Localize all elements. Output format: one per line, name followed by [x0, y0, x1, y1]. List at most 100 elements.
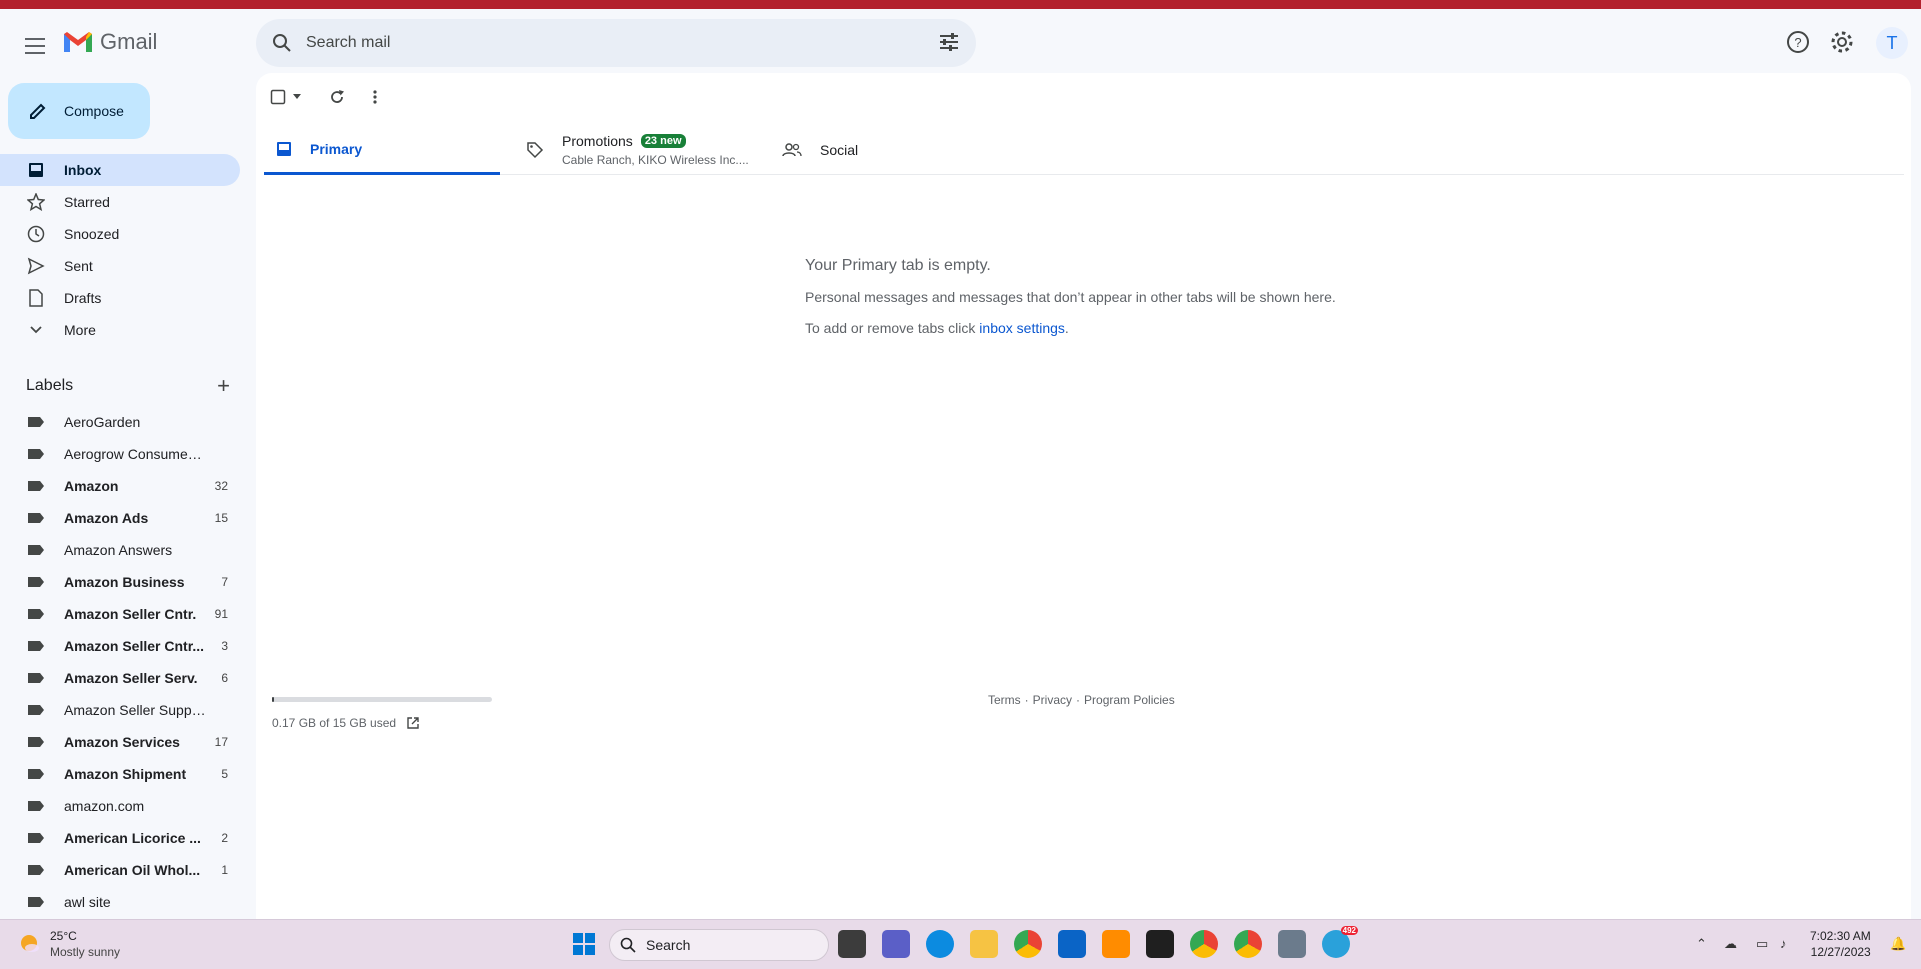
label-name: Amazon Services	[64, 734, 180, 750]
label-name: Amazon Ads	[64, 510, 149, 526]
hint-suffix: .	[1064, 320, 1069, 336]
show-hidden-icons-icon[interactable]: ⌃	[1696, 936, 1707, 952]
label-item[interactable]: awl site	[0, 886, 240, 918]
select-all-checkbox[interactable]	[270, 89, 302, 105]
chevron-down-icon	[26, 320, 46, 340]
caret-down-icon[interactable]	[292, 94, 302, 100]
label-tag-icon	[28, 865, 44, 875]
label-tag-icon	[28, 641, 44, 651]
label-count: 7	[221, 575, 228, 589]
tag-icon	[526, 141, 544, 159]
draft-icon	[26, 288, 46, 308]
label-item[interactable]: Amazon Seller Cntr... 3	[0, 630, 240, 662]
clock-date: 12/27/2023	[1810, 945, 1871, 959]
system-clock[interactable]: 7:02:30 AM 12/27/2023	[1810, 928, 1871, 960]
label-item[interactable]: Amazon Ads 15	[0, 502, 240, 534]
chrome-active-icon[interactable]	[1234, 930, 1262, 958]
label-tag-icon	[28, 417, 44, 427]
sidebar-item-more[interactable]: More	[0, 314, 240, 346]
terms-link[interactable]: Terms	[988, 693, 1021, 707]
inbox-settings-link[interactable]: inbox settings	[979, 320, 1065, 336]
people-icon	[782, 142, 802, 158]
label-item[interactable]: Amazon Answers	[0, 534, 240, 566]
label-item[interactable]: American Oil Whol... 1	[0, 854, 240, 886]
tab-social[interactable]: Social	[782, 125, 962, 175]
label-name: American Licorice ...	[64, 830, 201, 846]
tab-label: Social	[820, 142, 859, 158]
chrome-profile-icon[interactable]	[1190, 930, 1218, 958]
app-r-icon[interactable]	[1102, 930, 1130, 958]
label-item[interactable]: Amazon Shipment 5	[0, 758, 240, 790]
empty-hint: To add or remove tabs click inbox settin…	[805, 320, 1336, 336]
storage-usage: 0.17 GB of 15 GB used	[272, 697, 492, 730]
onedrive-error-icon[interactable]: ☁	[1724, 936, 1737, 952]
compose-label: Compose	[64, 103, 124, 119]
sidebar-item-snoozed[interactable]: Snoozed	[0, 218, 240, 250]
sidebar-item-sent[interactable]: Sent	[0, 250, 240, 282]
sidebar-item-drafts[interactable]: Drafts	[0, 282, 240, 314]
help-icon[interactable]: ?	[1785, 29, 1811, 55]
sidebar-item-label: More	[64, 322, 96, 338]
sidebar-item-inbox[interactable]: Inbox	[0, 154, 240, 186]
label-item[interactable]: amazon.com	[0, 790, 240, 822]
label-item[interactable]: Amazon Seller Cntr. 91	[0, 598, 240, 630]
label-name: Amazon	[64, 478, 119, 494]
edge-browser-icon[interactable]	[926, 930, 954, 958]
label-item[interactable]: Amazon Seller Support	[0, 694, 240, 726]
sidebar: Compose Inbox Starred Snoozed Sent Draft…	[0, 73, 256, 919]
notification-bell-icon[interactable]: 🔔	[1890, 936, 1906, 952]
weather-widget[interactable]: 25°C Mostly sunny	[18, 928, 120, 960]
taskbar-search[interactable]: Search	[609, 929, 829, 961]
star-icon	[26, 192, 46, 212]
label-item[interactable]: American Licorice ... 2	[0, 822, 240, 854]
add-label-icon[interactable]: +	[217, 373, 230, 399]
compose-button[interactable]: Compose	[8, 83, 150, 139]
sidebar-item-starred[interactable]: Starred	[0, 186, 240, 218]
tab-label: Promotions	[562, 133, 633, 149]
tab-promotions[interactable]: Promotions 23 new Cable Ranch, KIKO Wire…	[526, 125, 764, 175]
volume-icon[interactable]: ♪	[1780, 936, 1787, 951]
sticky-notes-icon[interactable]	[1146, 930, 1174, 958]
calculator-icon[interactable]	[1278, 930, 1306, 958]
separator: ·	[1076, 693, 1081, 707]
more-vertical-icon[interactable]	[372, 89, 378, 105]
tab-primary[interactable]: Primary	[264, 125, 500, 175]
sidebar-item-label: Drafts	[64, 290, 102, 306]
weather-temp: 25°C	[50, 929, 77, 943]
label-count: 6	[221, 671, 228, 685]
task-view-icon[interactable]	[838, 930, 866, 958]
telegram-icon[interactable]: 492	[1322, 926, 1358, 958]
checkbox-icon	[270, 89, 286, 105]
label-count: 91	[214, 607, 228, 621]
label-count: 5	[221, 767, 228, 781]
search-bar[interactable]	[256, 19, 976, 67]
network-icon[interactable]: ▭	[1756, 936, 1768, 952]
label-tag-icon	[28, 737, 44, 747]
windows-start-icon[interactable]	[572, 932, 596, 956]
label-item[interactable]: Amazon 32	[0, 470, 240, 502]
label-item[interactable]: Aerogrow Consumer Se...	[0, 438, 240, 470]
main-menu-button[interactable]	[20, 31, 50, 61]
refresh-icon[interactable]	[328, 88, 346, 106]
chrome-icon[interactable]	[1014, 930, 1042, 958]
program-policies-link[interactable]: Program Policies	[1084, 693, 1175, 707]
search-input[interactable]	[306, 34, 906, 52]
teams-chat-icon[interactable]	[882, 930, 910, 958]
label-item[interactable]: Amazon Services 17	[0, 726, 240, 758]
label-count: 1	[221, 863, 228, 877]
label-item[interactable]: AeroGarden	[0, 406, 240, 438]
label-item[interactable]: Amazon Business 7	[0, 566, 240, 598]
outlook-icon[interactable]	[1058, 930, 1086, 958]
account-avatar[interactable]: T	[1876, 27, 1908, 59]
storage-bar	[272, 697, 492, 702]
open-external-icon[interactable]	[406, 716, 420, 730]
label-item[interactable]: Amazon Seller Serv. 6	[0, 662, 240, 694]
search-icon	[620, 937, 636, 953]
search-options-icon[interactable]	[938, 31, 960, 53]
browser-top-strip	[0, 0, 1921, 9]
file-explorer-icon[interactable]	[970, 930, 998, 958]
privacy-link[interactable]: Privacy	[1033, 693, 1072, 707]
settings-gear-icon[interactable]	[1829, 29, 1855, 55]
search-icon[interactable]	[270, 31, 294, 55]
gmail-logo[interactable]: Gmail	[62, 29, 157, 55]
